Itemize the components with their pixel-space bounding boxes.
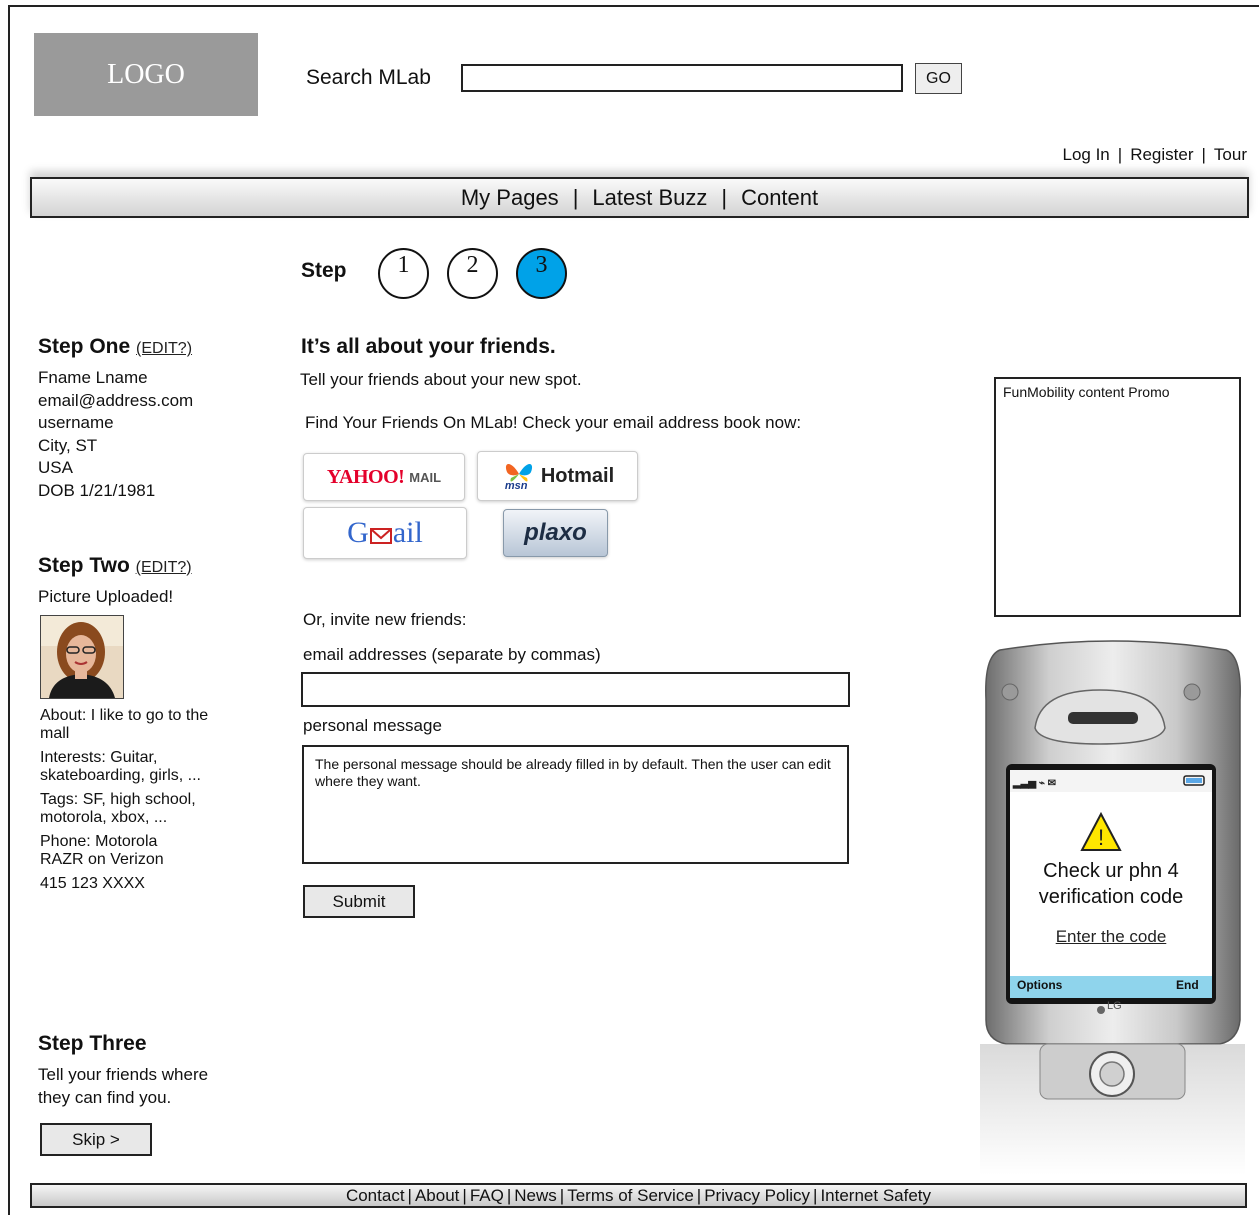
profile-about: About: I like to go to the mall	[40, 707, 209, 742]
personal-message-textarea[interactable]: The personal message should be already f…	[302, 745, 849, 864]
step-one-details: Fname Lname email@address.com username C…	[38, 367, 238, 502]
step-1-indicator: 1	[378, 248, 429, 299]
profile-email: email@address.com	[38, 390, 194, 410]
submit-button[interactable]: Submit	[303, 885, 415, 918]
step-3-indicator: 3	[516, 248, 567, 299]
separator: |	[506, 1185, 512, 1205]
nav-my-pages[interactable]: My Pages	[461, 185, 559, 211]
profile-extras: About: I like to go to the mall Interest…	[40, 707, 240, 893]
phone-message: Check ur phn 4 verification code	[1038, 860, 1184, 908]
gmail-button[interactable]: G ail	[303, 507, 467, 559]
search-label: Search MLab	[306, 66, 431, 89]
footer-faq-link[interactable]: FAQ	[470, 1186, 504, 1206]
nav-content[interactable]: Content	[741, 185, 818, 211]
profile-tags: Tags: SF, high school, motorola, xbox, .…	[40, 791, 196, 826]
find-friends-text: Find Your Friends On MLab! Check your em…	[305, 413, 802, 432]
plaxo-button[interactable]: plaxo	[503, 509, 608, 557]
step-two-heading: Step Two	[38, 554, 130, 577]
footer-news-link[interactable]: News	[514, 1186, 557, 1206]
separator: |	[721, 184, 728, 210]
page-heading: It’s all about your friends.	[301, 335, 556, 358]
separator: |	[813, 1185, 818, 1205]
step-2-indicator: 2	[447, 248, 498, 299]
yahoo-mail-text: MAIL	[409, 469, 442, 485]
profile-name: Fname Lname	[38, 368, 148, 387]
footer-about-link[interactable]: About	[415, 1186, 459, 1206]
invite-text: Or, invite new friends:	[303, 610, 467, 629]
main-nav: My Pages | Latest Buzz | Content	[30, 177, 1249, 218]
phone-brand: LG	[1107, 1000, 1122, 1012]
gmail-g-text: G	[347, 516, 369, 549]
footer-privacy-link[interactable]: Privacy Policy	[704, 1186, 810, 1206]
separator: |	[696, 1185, 702, 1205]
profile-dob: DOB 1/21/1981	[38, 480, 156, 500]
step-label: Step	[301, 259, 347, 282]
hotmail-logo-text: Hotmail	[540, 464, 615, 487]
step-three-text: Tell your friends where they can find yo…	[38, 1065, 209, 1107]
step-three-title: Step Three	[38, 1032, 147, 1055]
email-addresses-input[interactable]	[301, 672, 850, 707]
footer-safety-link[interactable]: Internet Safety	[820, 1186, 931, 1206]
go-button[interactable]: GO	[915, 63, 962, 94]
gmail-envelope-icon	[369, 528, 392, 544]
message-label: personal message	[303, 716, 442, 735]
plaxo-logo-text: plaxo	[524, 519, 587, 546]
tour-link[interactable]: Tour	[1214, 145, 1247, 164]
phone-softkey-options: Options	[1017, 978, 1063, 992]
step-two-edit-link[interactable]: (EDIT?)	[136, 559, 192, 576]
hotmail-button[interactable]: msn Hotmail	[477, 451, 638, 501]
nav-latest-buzz[interactable]: Latest Buzz	[592, 185, 707, 211]
footer-contact-link[interactable]: Contact	[346, 1186, 405, 1206]
step-one-edit-link[interactable]: (EDIT?)	[136, 340, 192, 357]
msn-text: msn	[504, 480, 528, 492]
logo[interactable]: LOGO	[34, 33, 258, 116]
svg-text:!: !	[1098, 825, 1104, 850]
profile-username: username	[38, 413, 114, 432]
profile-interests: Interests: Guitar, skateboarding, girls,…	[40, 749, 201, 784]
login-link[interactable]: Log In	[1063, 145, 1110, 164]
profile-number: 415 123 XXXX	[40, 875, 145, 892]
yahoo-logo-text: YAHOO!	[326, 465, 405, 488]
step-one-heading: Step One	[38, 335, 131, 358]
register-link[interactable]: Register	[1130, 145, 1193, 164]
separator: |	[559, 1185, 565, 1205]
profile-city: City, ST	[38, 435, 98, 455]
page-subheading: Tell your friends about your new spot.	[300, 370, 582, 389]
avatar	[40, 615, 124, 699]
account-links: Log In | Register | Tour	[1063, 145, 1248, 165]
separator: |	[1117, 145, 1123, 164]
separator: |	[407, 1185, 412, 1205]
msn-butterfly-icon: msn	[501, 458, 537, 494]
skip-button[interactable]: Skip >	[40, 1123, 152, 1156]
gmail-rest-text: ail	[392, 516, 423, 549]
profile-country: USA	[38, 458, 73, 477]
sidebar-step-one: Step One (EDIT?) Fname Lname email@addre…	[38, 335, 238, 502]
promo-title: FunMobility content Promo	[1003, 384, 1170, 400]
profile-phone: Phone: Motorola RAZR on Verizon	[40, 833, 164, 868]
yahoo-mail-button[interactable]: YAHOO! MAIL	[303, 453, 465, 501]
promo-box[interactable]: FunMobility content Promo	[994, 377, 1241, 617]
footer-terms-link[interactable]: Terms of Service	[567, 1186, 694, 1206]
search-input[interactable]	[461, 64, 903, 92]
separator: |	[1201, 145, 1206, 164]
picture-status: Picture Uploaded!	[38, 587, 174, 606]
step-two-title: Step Two (EDIT?)	[38, 554, 238, 578]
sidebar-step-two: Step Two (EDIT?) Picture Uploaded!	[38, 554, 238, 609]
sidebar-step-three: Step Three Tell your friends where they …	[38, 1032, 238, 1109]
phone-softkey-end: End	[1176, 978, 1199, 992]
phone-signal-icon: ▂▃▅ ⌁ ✉	[1013, 778, 1057, 789]
step-one-title: Step One (EDIT?)	[38, 335, 238, 359]
separator: |	[572, 184, 579, 210]
enter-code-link[interactable]: Enter the code	[1013, 927, 1209, 947]
footer-bar: Contact | About | FAQ | News | Terms of Service |…	[30, 1183, 1247, 1208]
separator: |	[462, 1185, 467, 1205]
email-label: email addresses (separate by commas)	[303, 645, 601, 664]
